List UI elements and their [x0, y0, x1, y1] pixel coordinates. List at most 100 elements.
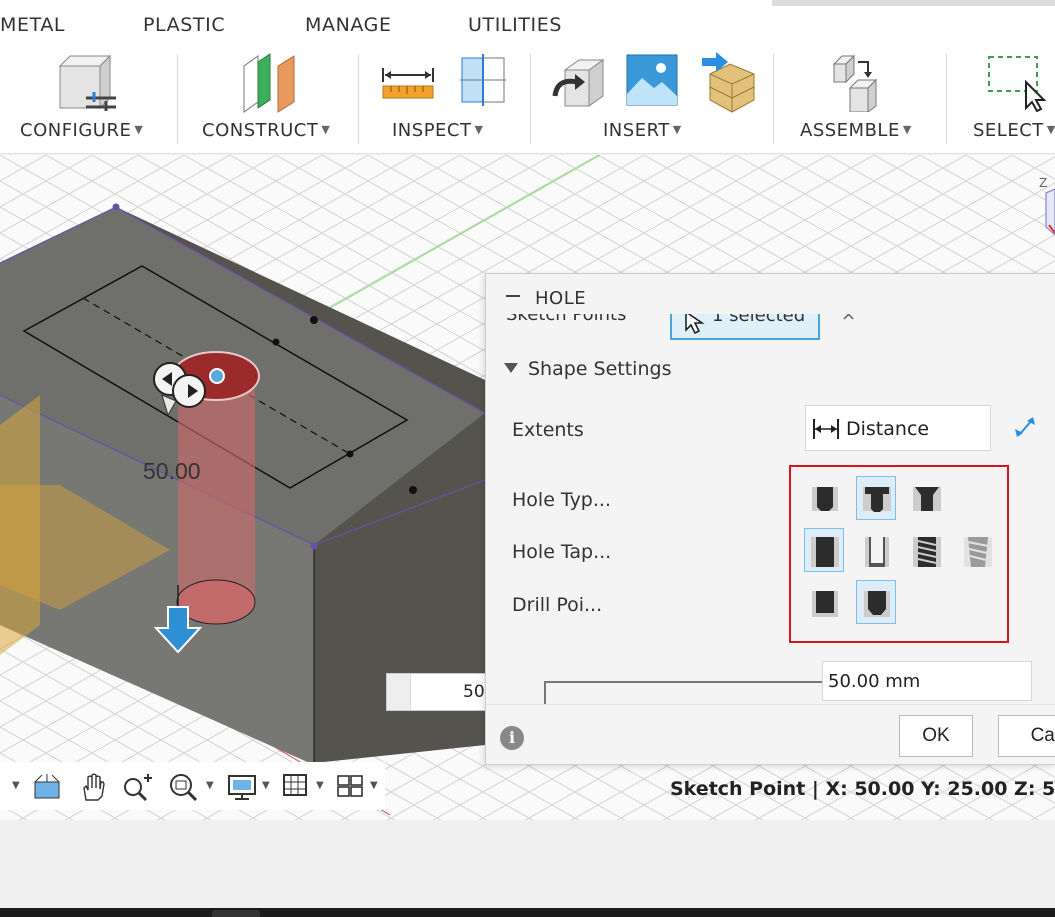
tab-plastic[interactable]: PLASTIC	[143, 14, 225, 36]
chevron-down-icon: ▼	[134, 123, 144, 136]
flat-drill-point-icon	[812, 591, 838, 617]
hole-type-label: Hole Typ...	[512, 489, 611, 511]
select-menu[interactable]: SELECT ▼	[973, 120, 1055, 141]
vertex-point[interactable]	[310, 542, 318, 550]
toolbar-separator	[177, 54, 178, 144]
toolbar-separator	[530, 54, 531, 144]
measure-icon[interactable]	[381, 66, 435, 100]
clearance-tap-icon	[865, 537, 889, 567]
hole-depth-preview	[544, 681, 832, 704]
display-settings-icon[interactable]	[226, 772, 258, 802]
taskbar	[0, 908, 1055, 917]
tab-utilities[interactable]: UTILITIES	[468, 14, 562, 36]
expand-triangle-icon	[504, 363, 518, 373]
drill-point-label: Drill Poi...	[512, 594, 603, 616]
grid-settings-icon[interactable]	[281, 772, 309, 800]
chevron-down-icon: ▼	[672, 123, 682, 136]
pan-hand-icon[interactable]	[78, 772, 108, 802]
countersink-icon	[913, 487, 941, 511]
depth-value[interactable]: 50.00 mm	[828, 671, 920, 692]
shape-settings-label: Shape Settings	[528, 358, 672, 380]
dimension-label[interactable]: 50.00	[143, 458, 201, 484]
drag-handle-icon[interactable]	[387, 674, 411, 710]
chevron-down-icon[interactable]: ▼	[262, 780, 270, 791]
tab-metal[interactable]: METAL	[0, 14, 65, 36]
dialog-title: HOLE	[535, 288, 587, 309]
selected-sketch-point[interactable]	[209, 368, 225, 384]
zoom-icon[interactable]	[122, 772, 154, 802]
configure-icon[interactable]	[56, 52, 122, 114]
select-window-icon[interactable]	[986, 54, 1046, 112]
dimension-input[interactable]: 50	[386, 673, 486, 711]
construct-menu[interactable]: CONSTRUCT ▼	[202, 120, 330, 141]
angled-drill-point-icon	[864, 591, 890, 617]
insert-menu[interactable]: INSERT ▼	[603, 120, 682, 141]
configure-label: CONFIGURE	[20, 120, 132, 141]
chevron-down-icon: ▼	[902, 123, 912, 136]
construct-plane-icon[interactable]	[238, 52, 302, 114]
dialog-header[interactable]: HOLE	[486, 274, 1055, 314]
chevron-down-icon[interactable]: ▼	[370, 780, 378, 791]
chevron-down-icon[interactable]: ▼	[12, 780, 20, 791]
vertex-point[interactable]	[112, 203, 120, 211]
dimension-input-value[interactable]: 50	[463, 682, 485, 702]
chevron-down-icon[interactable]: ▼	[206, 780, 214, 791]
insert-label: INSERT	[603, 120, 670, 141]
toolbar-separator	[946, 54, 947, 144]
depth-input[interactable]: 50.00 mm	[822, 661, 1032, 701]
angled-drill-point-option[interactable]	[856, 580, 896, 624]
zoom-window-icon[interactable]	[168, 772, 200, 802]
taskbar-item[interactable]	[212, 910, 260, 917]
flat-drill-point-option[interactable]	[804, 580, 844, 624]
chevron-down-icon: ▼	[1046, 123, 1055, 136]
assemble-menu[interactable]: ASSEMBLE ▼	[800, 120, 912, 141]
countersink-option[interactable]	[906, 476, 946, 520]
hole-dialog: HOLE Sketch Points 1 selected × Shape Se…	[485, 273, 1055, 765]
assemble-label: ASSEMBLE	[800, 120, 900, 141]
sketch-point[interactable]	[272, 338, 280, 346]
shape-settings-header[interactable]: Shape Settings	[504, 358, 671, 380]
simple-hole-icon	[812, 487, 838, 511]
simple-tap-icon	[811, 537, 839, 567]
sketch-point[interactable]	[409, 486, 417, 494]
flip-direction-icon[interactable]	[1015, 415, 1037, 439]
orbit-icon[interactable]	[32, 772, 62, 800]
status-readout: Sketch Point | X: 50.00 Y: 25.00 Z: 50.0…	[670, 778, 1055, 800]
extents-value: Distance	[846, 418, 930, 440]
viewports-icon[interactable]	[335, 772, 365, 800]
inspect-menu[interactable]: INSPECT ▼	[392, 120, 483, 141]
section-analysis-icon[interactable]	[458, 52, 508, 108]
simple-tap-option[interactable]	[804, 528, 844, 572]
toolbar-separator	[773, 54, 774, 144]
clearance-tap-option[interactable]	[856, 528, 896, 572]
dialog-footer: i OK Can	[486, 704, 1055, 764]
sketch-point[interactable]	[346, 450, 354, 458]
ribbon-tabs: METAL PLASTIC MANAGE UTILITIES	[0, 0, 1055, 48]
tapped-option[interactable]	[906, 528, 946, 572]
viewcube-axis-label: Z	[1039, 176, 1047, 190]
configure-menu[interactable]: CONFIGURE ▼	[20, 120, 143, 141]
distance-icon	[813, 419, 839, 439]
collapse-icon[interactable]	[506, 295, 520, 297]
toolbar: CONFIGURE ▼ CONSTRUCT ▼ INSPECT ▼ INSERT…	[0, 48, 1055, 154]
chevron-down-icon[interactable]: ▼	[316, 780, 324, 791]
sketch-point[interactable]	[310, 316, 318, 324]
navigation-bar: ▼ ▼ ▼ ▼ ▼	[0, 762, 385, 810]
extents-dropdown[interactable]: Distance	[805, 405, 991, 451]
assemble-joint-icon[interactable]	[830, 52, 892, 112]
tab-manage[interactable]: MANAGE	[305, 14, 392, 36]
ok-button[interactable]: OK	[899, 715, 973, 757]
hole-tap-type-label: Hole Tap...	[512, 541, 612, 563]
simple-hole-option[interactable]	[804, 476, 844, 520]
bottom-panel	[0, 820, 1055, 908]
cancel-button[interactable]: Can	[998, 715, 1055, 757]
insert-derive-icon[interactable]	[551, 52, 607, 112]
tapped-icon	[913, 537, 941, 567]
inspect-label: INSPECT	[392, 120, 472, 141]
taper-tapped-option[interactable]	[957, 528, 997, 572]
info-icon[interactable]: i	[500, 726, 524, 750]
insert-mesh-icon[interactable]	[700, 52, 758, 114]
construct-label: CONSTRUCT	[202, 120, 319, 141]
insert-canvas-icon[interactable]	[626, 54, 678, 106]
counterbore-option[interactable]	[856, 476, 896, 520]
